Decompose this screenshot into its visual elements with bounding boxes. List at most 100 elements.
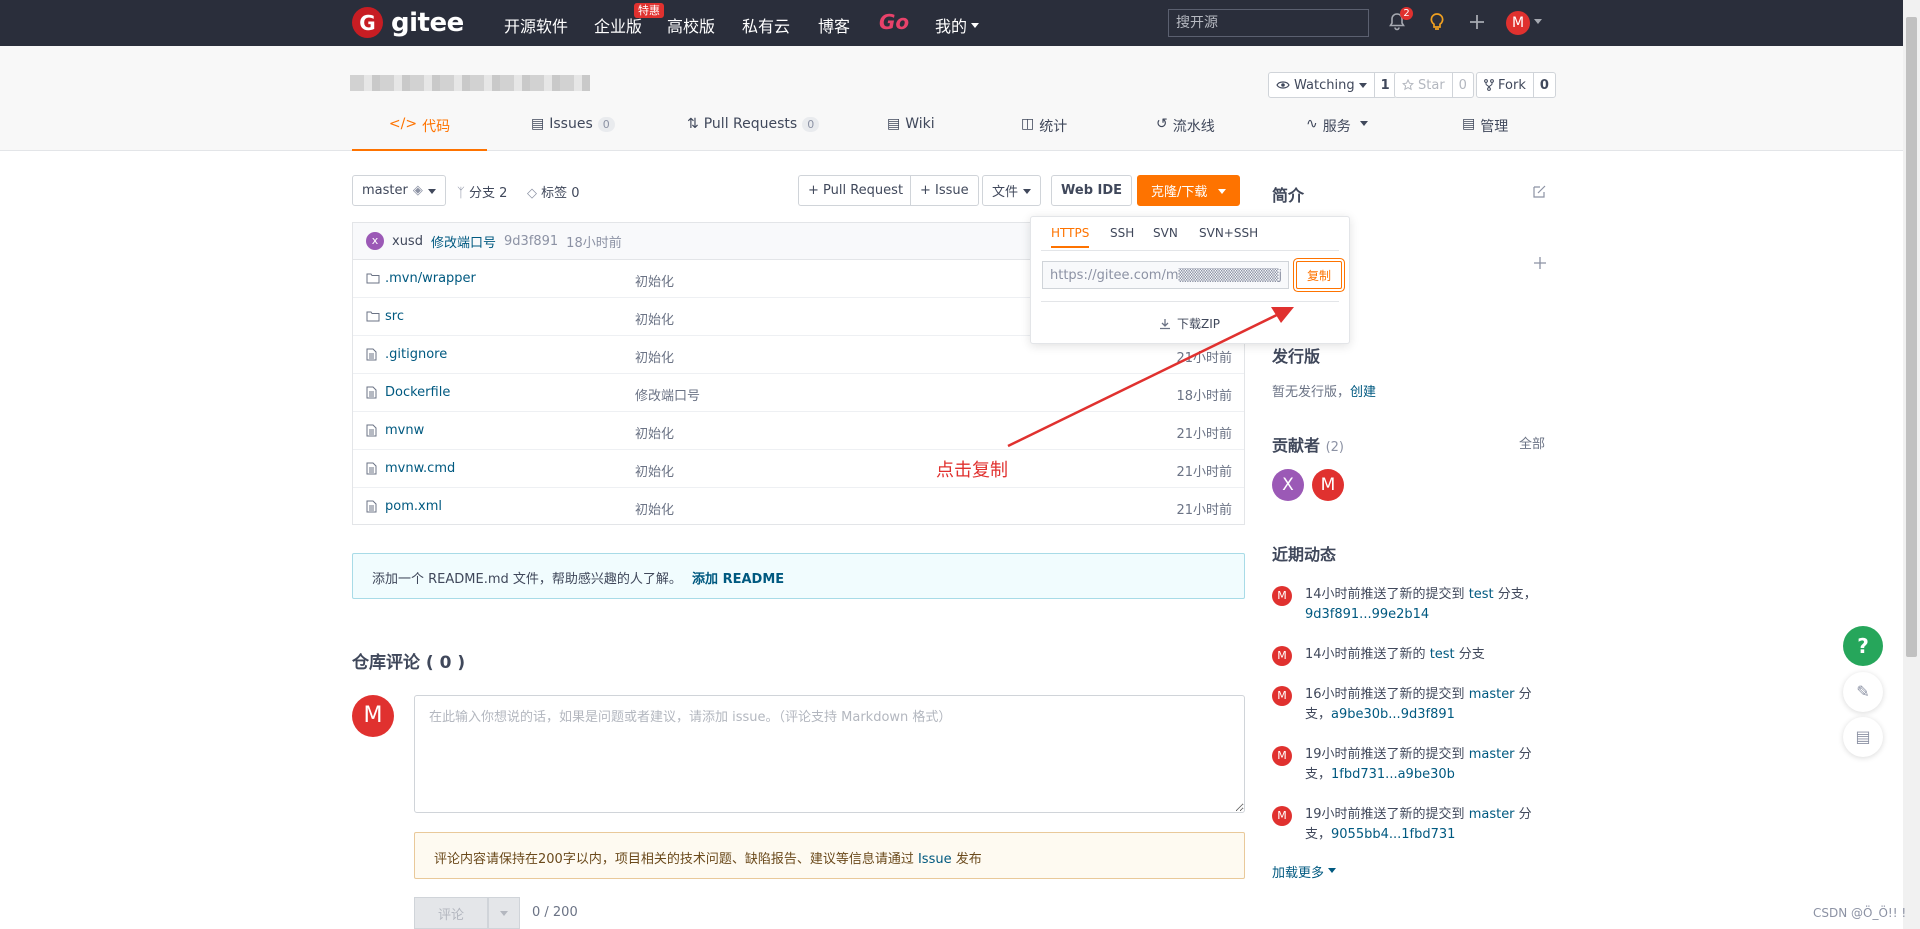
commit-hash[interactable]: 9d3f891	[504, 234, 558, 249]
contributor-avatar[interactable]: M	[1312, 469, 1344, 501]
nav-item-private-cloud[interactable]: 私有云	[742, 13, 790, 37]
scrollbar-thumb[interactable]	[1906, 17, 1917, 657]
tab-services[interactable]: ∿ 服务	[1306, 116, 1368, 151]
repo-name-blurred[interactable]	[350, 75, 590, 91]
nav-item-open-source[interactable]: 开源软件	[504, 13, 568, 37]
star-label[interactable]: Star	[1395, 73, 1452, 97]
user-avatar[interactable]: M	[1506, 11, 1530, 35]
chat-icon[interactable]: ▤	[1843, 717, 1883, 757]
file-name[interactable]: .gitignore	[385, 347, 447, 362]
file-commit-msg[interactable]: 初始化	[635, 271, 674, 290]
compare-link[interactable]: a9be30b...9d3f891	[1331, 707, 1455, 722]
file-commit-msg[interactable]: 初始化	[635, 499, 674, 518]
tags-link[interactable]: ◇ 标签 0	[527, 182, 580, 201]
tab-stats[interactable]: ◫ 统计	[1021, 116, 1067, 151]
submit-options-dropdown[interactable]	[488, 897, 520, 929]
file-name[interactable]: src	[385, 309, 404, 324]
file-commit-msg[interactable]: 修改端口号	[635, 385, 700, 404]
nav-item-go[interactable]: Go	[879, 10, 909, 34]
nav-item-mine[interactable]: 我的	[935, 13, 980, 37]
lightbulb-icon[interactable]	[1427, 12, 1447, 32]
file-name[interactable]: mvnw.cmd	[385, 461, 455, 476]
fork-button[interactable]: Fork 0	[1476, 72, 1556, 98]
clone-tab-svn[interactable]: SVN	[1153, 226, 1178, 246]
tab-manage[interactable]: ▤ 管理	[1462, 116, 1508, 151]
commit-author[interactable]: xusd	[392, 234, 423, 249]
comment-user-avatar[interactable]: M	[352, 695, 394, 737]
help-button[interactable]: ?	[1843, 626, 1883, 666]
compare-link[interactable]: 9055bb4...1fbd731	[1331, 827, 1455, 842]
file-name[interactable]: .mvn/wrapper	[385, 271, 476, 286]
download-zip-link[interactable]: 下载ZIP	[1159, 315, 1220, 332]
clone-tab-ssh[interactable]: SSH	[1110, 226, 1134, 246]
create-release-link[interactable]: 创建	[1350, 385, 1376, 400]
edit-icon[interactable]	[1532, 184, 1547, 203]
new-pull-request-button[interactable]: + Pull Request	[798, 175, 913, 206]
fork-count[interactable]: 0	[1532, 73, 1555, 97]
chevron-down-icon[interactable]	[1534, 19, 1542, 28]
watch-count[interactable]: 1	[1373, 73, 1396, 97]
activity-avatar[interactable]: M	[1272, 646, 1292, 666]
nav-item-blog[interactable]: 博客	[818, 13, 850, 37]
compare-link[interactable]: 1fbd731...a9be30b	[1331, 767, 1455, 782]
tab-wiki[interactable]: ▤ Wiki	[887, 116, 935, 151]
activity-avatar[interactable]: M	[1272, 746, 1292, 766]
tab-pull-requests[interactable]: ⇅ Pull Requests 0	[687, 116, 820, 151]
star-button[interactable]: Star 0	[1394, 72, 1474, 98]
branch-link[interactable]: master	[1469, 687, 1515, 702]
sidebar-intro-title: 简介	[1272, 186, 1305, 205]
activity-avatar[interactable]: M	[1272, 686, 1292, 706]
fork-label[interactable]: Fork	[1477, 73, 1533, 97]
file-commit-msg[interactable]: 初始化	[635, 461, 674, 480]
plus-icon[interactable]	[1533, 256, 1547, 274]
branch-link[interactable]: test	[1430, 647, 1455, 662]
gitee-logo[interactable]: G gitee	[352, 7, 464, 38]
feedback-edit-icon[interactable]: ✎	[1843, 672, 1883, 712]
clone-download-button[interactable]: 克隆/下载	[1137, 175, 1241, 206]
watch-label[interactable]: Watching	[1269, 73, 1374, 97]
file-name[interactable]: mvnw	[385, 423, 424, 438]
file-row[interactable]: mvnw.cmd 初始化 21小时前	[353, 450, 1244, 488]
watch-text: Watching	[1294, 77, 1355, 93]
web-ide-button[interactable]: Web IDE	[1051, 175, 1133, 206]
all-contributors-link[interactable]: 全部	[1519, 433, 1545, 452]
branch-selector[interactable]: master ◈	[352, 175, 446, 206]
clone-tab-https[interactable]: HTTPS	[1051, 226, 1090, 248]
branch-link[interactable]: master	[1469, 807, 1515, 822]
clone-url-input[interactable]	[1042, 261, 1289, 289]
compare-link[interactable]: 9d3f891...99e2b14	[1305, 607, 1429, 622]
branch-link[interactable]: test	[1469, 587, 1494, 602]
new-issue-button[interactable]: + Issue	[910, 175, 979, 206]
file-name[interactable]: Dockerfile	[385, 385, 450, 400]
activity-avatar[interactable]: M	[1272, 806, 1292, 826]
load-more-link[interactable]: 加载更多	[1272, 862, 1337, 881]
star-count[interactable]: 0	[1451, 73, 1473, 97]
file-commit-msg[interactable]: 初始化	[635, 423, 674, 442]
submit-comment-button[interactable]: 评论	[414, 897, 488, 929]
tab-issues[interactable]: ▤ Issues 0	[531, 116, 615, 151]
file-name[interactable]: pom.xml	[385, 499, 442, 514]
file-row[interactable]: mvnw 初始化 21小时前	[353, 412, 1244, 450]
watch-button[interactable]: Watching 1	[1268, 72, 1397, 98]
activity-avatar[interactable]: M	[1272, 586, 1292, 606]
clone-tab-svn-ssh[interactable]: SVN+SSH	[1199, 226, 1258, 246]
add-readme-link[interactable]: 添加 README	[692, 572, 784, 587]
file-commit-msg[interactable]: 初始化	[635, 347, 674, 366]
branches-link[interactable]: ᛉ 分支 2	[457, 182, 507, 201]
tab-code[interactable]: </> 代码	[352, 116, 487, 151]
issue-link[interactable]: Issue	[918, 852, 952, 867]
file-row[interactable]: pom.xml 初始化 21小时前	[353, 488, 1244, 526]
comment-textarea[interactable]	[414, 695, 1245, 813]
commit-author-avatar[interactable]: x	[366, 232, 384, 250]
tab-pipeline[interactable]: ↺ 流水线	[1156, 116, 1215, 151]
commit-message[interactable]: 修改端口号	[431, 232, 496, 251]
search-input[interactable]	[1168, 9, 1369, 37]
copy-url-button[interactable]: 复制	[1296, 261, 1342, 289]
branch-link[interactable]: master	[1469, 747, 1515, 762]
file-menu-button[interactable]: 文件	[982, 175, 1042, 206]
contributor-avatar[interactable]: X	[1272, 469, 1304, 501]
file-commit-msg[interactable]: 初始化	[635, 309, 674, 328]
file-row[interactable]: Dockerfile 修改端口号 18小时前	[353, 374, 1244, 412]
nav-item-university[interactable]: 高校版	[667, 13, 715, 37]
plus-icon[interactable]	[1467, 12, 1487, 32]
